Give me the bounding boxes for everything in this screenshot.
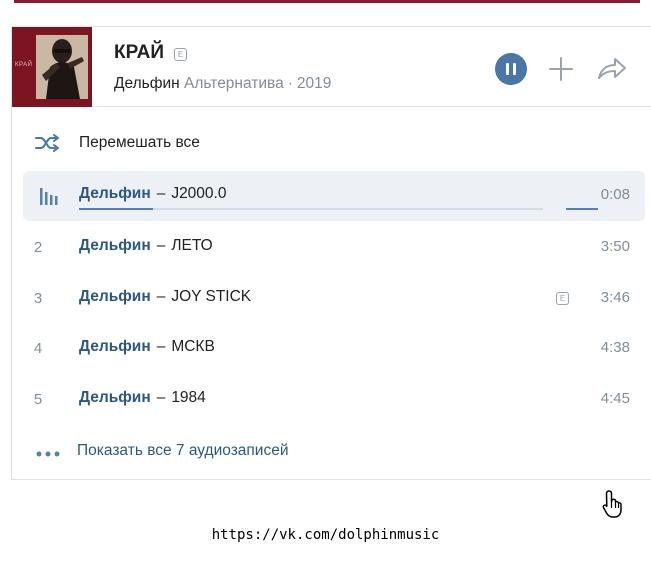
track-title: JOY STICK [171, 288, 252, 305]
meta-separator: · [287, 75, 293, 92]
playback-progress-fill [79, 208, 154, 210]
track-number: 4 [33, 340, 43, 357]
track-name: Дельфин – J2000.0 [79, 185, 226, 203]
track-duration: 0:08 [600, 186, 630, 203]
show-all-tracks-link[interactable]: Показать все 7 аудиозаписей [12, 437, 651, 467]
track-explicit-badge: E [556, 292, 569, 305]
track-duration: 3:46 [600, 289, 630, 306]
track-separator: – [156, 185, 166, 202]
pause-icon [506, 63, 509, 75]
track-artist[interactable]: Дельфин [79, 389, 151, 406]
track-separator: – [156, 237, 166, 254]
track-separator: – [156, 389, 166, 406]
track-duration: 4:45 [600, 390, 630, 407]
track-artist[interactable]: Дельфин [79, 288, 151, 305]
track-row[interactable]: 2 Дельфин – ЛЕТО 3:50 [23, 223, 645, 273]
track-name: Дельфин – МСКВ [79, 338, 215, 356]
shuffle-label: Перемешать все [79, 134, 200, 151]
album-year: 2019 [296, 75, 332, 92]
album-artist[interactable]: Дельфин [114, 75, 180, 92]
show-all-label: Показать все 7 аудиозаписей [77, 442, 289, 459]
more-dots-icon [36, 451, 60, 457]
hand-cursor-icon [602, 490, 622, 518]
playback-progress-bar[interactable] [79, 208, 543, 210]
track-number: 3 [33, 290, 43, 307]
track-name: Дельфин – ЛЕТО [79, 237, 213, 255]
album-meta: Дельфин Альтернатива · 2019 [114, 75, 331, 93]
share-arrow-icon[interactable] [596, 56, 628, 82]
track-artist[interactable]: Дельфин [79, 338, 151, 355]
album-explicit-badge: E [174, 48, 187, 61]
album-header: КРАЙ КРАЙ E Дельфин Альтернатива · 2019 [12, 27, 651, 107]
track-row[interactable]: 4 Дельфин – МСКВ 4:38 [23, 324, 645, 374]
album-genre[interactable]: Альтернатива [184, 75, 284, 92]
url-caption: https://vk.com/dolphinmusic [211, 527, 440, 543]
track-name: Дельфин –1984 [79, 389, 206, 407]
pause-icon-bar [513, 63, 516, 75]
track-number: 2 [33, 239, 43, 256]
track-name: Дельфин – JOY STICK [79, 288, 251, 306]
track-duration: 3:50 [600, 238, 630, 255]
volume-slider[interactable] [566, 208, 598, 210]
track-row[interactable]: 5 Дельфин –1984 4:45 [23, 375, 645, 425]
shuffle-icon [35, 134, 59, 152]
equalizer-icon [40, 188, 58, 205]
track-artist[interactable]: Дельфин [79, 185, 151, 202]
top-divider [14, 0, 640, 3]
album-title[interactable]: КРАЙ [114, 42, 164, 64]
track-duration: 4:38 [600, 339, 630, 356]
track-title: МСКВ [171, 338, 215, 355]
album-cover[interactable]: КРАЙ [12, 27, 92, 107]
track-row[interactable]: 3 Дельфин – JOY STICK E 3:46 [23, 274, 645, 324]
track-title: J2000.0 [171, 185, 227, 202]
plus-icon[interactable] [548, 56, 574, 82]
pause-button[interactable] [495, 53, 527, 85]
track-row[interactable]: Дельфин – J2000.0 0:08 [23, 171, 645, 221]
track-artist[interactable]: Дельфин [79, 237, 151, 254]
track-title: 1984 [171, 389, 206, 406]
track-title: ЛЕТО [171, 237, 213, 254]
cover-brand: КРАЙ [15, 62, 33, 68]
track-separator: – [156, 338, 166, 355]
shuffle-all-button[interactable]: Перемешать все [12, 123, 651, 163]
album-card: КРАЙ КРАЙ E Дельфин Альтернатива · 2019 Пе… [11, 26, 651, 480]
track-number: 5 [33, 391, 43, 408]
track-separator: – [156, 288, 166, 305]
